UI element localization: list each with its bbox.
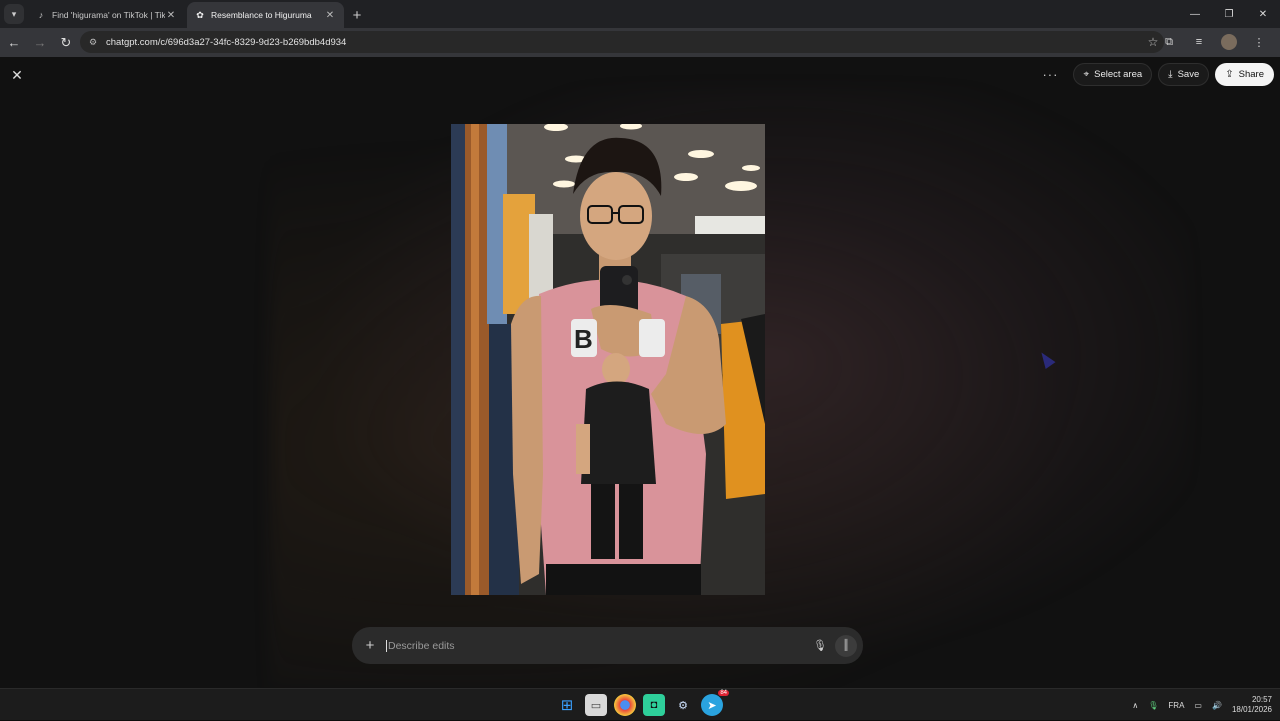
extensions-icon[interactable]: ⧉: [1154, 36, 1184, 49]
telegram-badge: 84: [718, 690, 729, 696]
clock[interactable]: 20:57 18/01/2026: [1232, 695, 1272, 715]
taskbar-apps: ⊞ ▭ ◘ ⚙ ➤ 84: [556, 690, 729, 716]
browser-menu-icon[interactable]: ⋮: [1244, 36, 1274, 49]
microphone-icon[interactable]: 🎙: [809, 639, 831, 652]
close-tab-icon[interactable]: ✕: [324, 10, 336, 21]
browser-tab-bar: ▾ ♪ Find 'higurama' on TikTok | TikT ✕ ✿…: [0, 0, 1280, 28]
more-options-icon[interactable]: ···: [1039, 67, 1061, 82]
select-area-button[interactable]: ⌖ Select area: [1073, 63, 1153, 86]
shirt-letter: B: [574, 324, 593, 354]
tray-microphone-icon[interactable]: 🎙: [1148, 701, 1158, 710]
file-explorer-icon[interactable]: ▭: [585, 694, 607, 716]
windows-start-icon[interactable]: ⊞: [556, 694, 578, 716]
volume-icon[interactable]: 🔊: [1212, 701, 1222, 710]
describe-edits-input[interactable]: [386, 639, 809, 652]
share-icon: ⇪: [1225, 69, 1234, 80]
system-tray: ∧ 🎙 FRA ▭ 🔊 20:57 18/01/2026: [1132, 689, 1272, 721]
share-button[interactable]: ⇪ Share: [1215, 63, 1274, 86]
address-bar[interactable]: ⚙ chatgpt.com/c/696d3a27-34fc-8329-9d23-…: [80, 31, 1164, 53]
site-info-icon[interactable]: ⚙: [86, 35, 100, 49]
tab-tiktok[interactable]: ♪ Find 'higurama' on TikTok | TikT ✕: [28, 2, 185, 28]
media-controls-icon[interactable]: ≡: [1184, 36, 1214, 48]
browser-toolbar: ← → ↻ ⚙ chatgpt.com/c/696d3a27-34fc-8329…: [0, 28, 1280, 57]
image-viewer: ✕ ··· ⌖ Select area ⤓ Save ⇪ Share B + D…: [0, 57, 1280, 688]
forward-button[interactable]: →: [28, 31, 52, 55]
back-button[interactable]: ←: [2, 31, 26, 55]
share-label: Share: [1238, 69, 1264, 80]
generated-image-art: B: [451, 124, 765, 595]
clock-date: 18/01/2026: [1231, 705, 1272, 714]
steam-icon[interactable]: ⚙: [672, 694, 694, 716]
tab-title: Find 'higurama' on TikTok | TikT: [52, 10, 165, 20]
tab-chatgpt[interactable]: ✿ Resemblance to Higuruma ✕: [187, 2, 344, 28]
url-text[interactable]: chatgpt.com/c/696d3a27-34fc-8329-9d23-b2…: [106, 37, 1142, 48]
tray-overflow-icon[interactable]: ∧: [1132, 701, 1138, 710]
restore-icon[interactable]: ❐: [1212, 0, 1246, 28]
close-window-icon[interactable]: ✕: [1246, 0, 1280, 28]
window-controls: — ❐ ✕: [1178, 0, 1280, 28]
reload-button[interactable]: ↻: [54, 31, 78, 55]
save-label: Save: [1177, 69, 1200, 80]
minimize-icon[interactable]: —: [1178, 0, 1212, 28]
app-green-icon[interactable]: ◘: [643, 694, 665, 716]
toolbar-actions: ⧉ ≡ ⋮: [1154, 31, 1274, 53]
telegram-icon[interactable]: ➤ 84: [701, 690, 729, 716]
close-viewer-icon[interactable]: ✕: [8, 66, 26, 84]
select-area-label: Select area: [1094, 69, 1143, 80]
tab-search-button[interactable]: ▾: [4, 4, 24, 24]
save-button[interactable]: ⤓ Save: [1158, 63, 1210, 86]
new-tab-button[interactable]: +: [346, 4, 368, 26]
profile-avatar[interactable]: [1221, 34, 1237, 50]
chrome-icon[interactable]: [614, 694, 636, 716]
network-icon[interactable]: ▭: [1194, 701, 1202, 710]
download-icon: ⤓: [1168, 69, 1173, 80]
clock-time: 20:57: [1251, 695, 1272, 704]
openai-icon: ✿: [196, 9, 204, 20]
viewer-actions: ··· ⌖ Select area ⤓ Save ⇪ Share: [1039, 63, 1274, 86]
tiktok-icon: ♪: [38, 10, 44, 20]
close-tab-icon[interactable]: ✕: [165, 10, 177, 21]
add-attachment-icon[interactable]: +: [362, 637, 378, 654]
select-area-icon: ⌖: [1083, 69, 1090, 80]
generated-image[interactable]: B: [451, 124, 765, 595]
edit-composer: + 🎙 ║: [352, 627, 863, 664]
voice-mode-icon[interactable]: ║: [835, 634, 857, 657]
language-indicator[interactable]: FRA: [1168, 701, 1184, 710]
tab-title: Resemblance to Higuruma: [211, 10, 312, 20]
taskbar: ⊞ ▭ ◘ ⚙ ➤ 84 ∧ 🎙 FRA ▭ 🔊 20:57 18/01/202…: [0, 688, 1280, 720]
